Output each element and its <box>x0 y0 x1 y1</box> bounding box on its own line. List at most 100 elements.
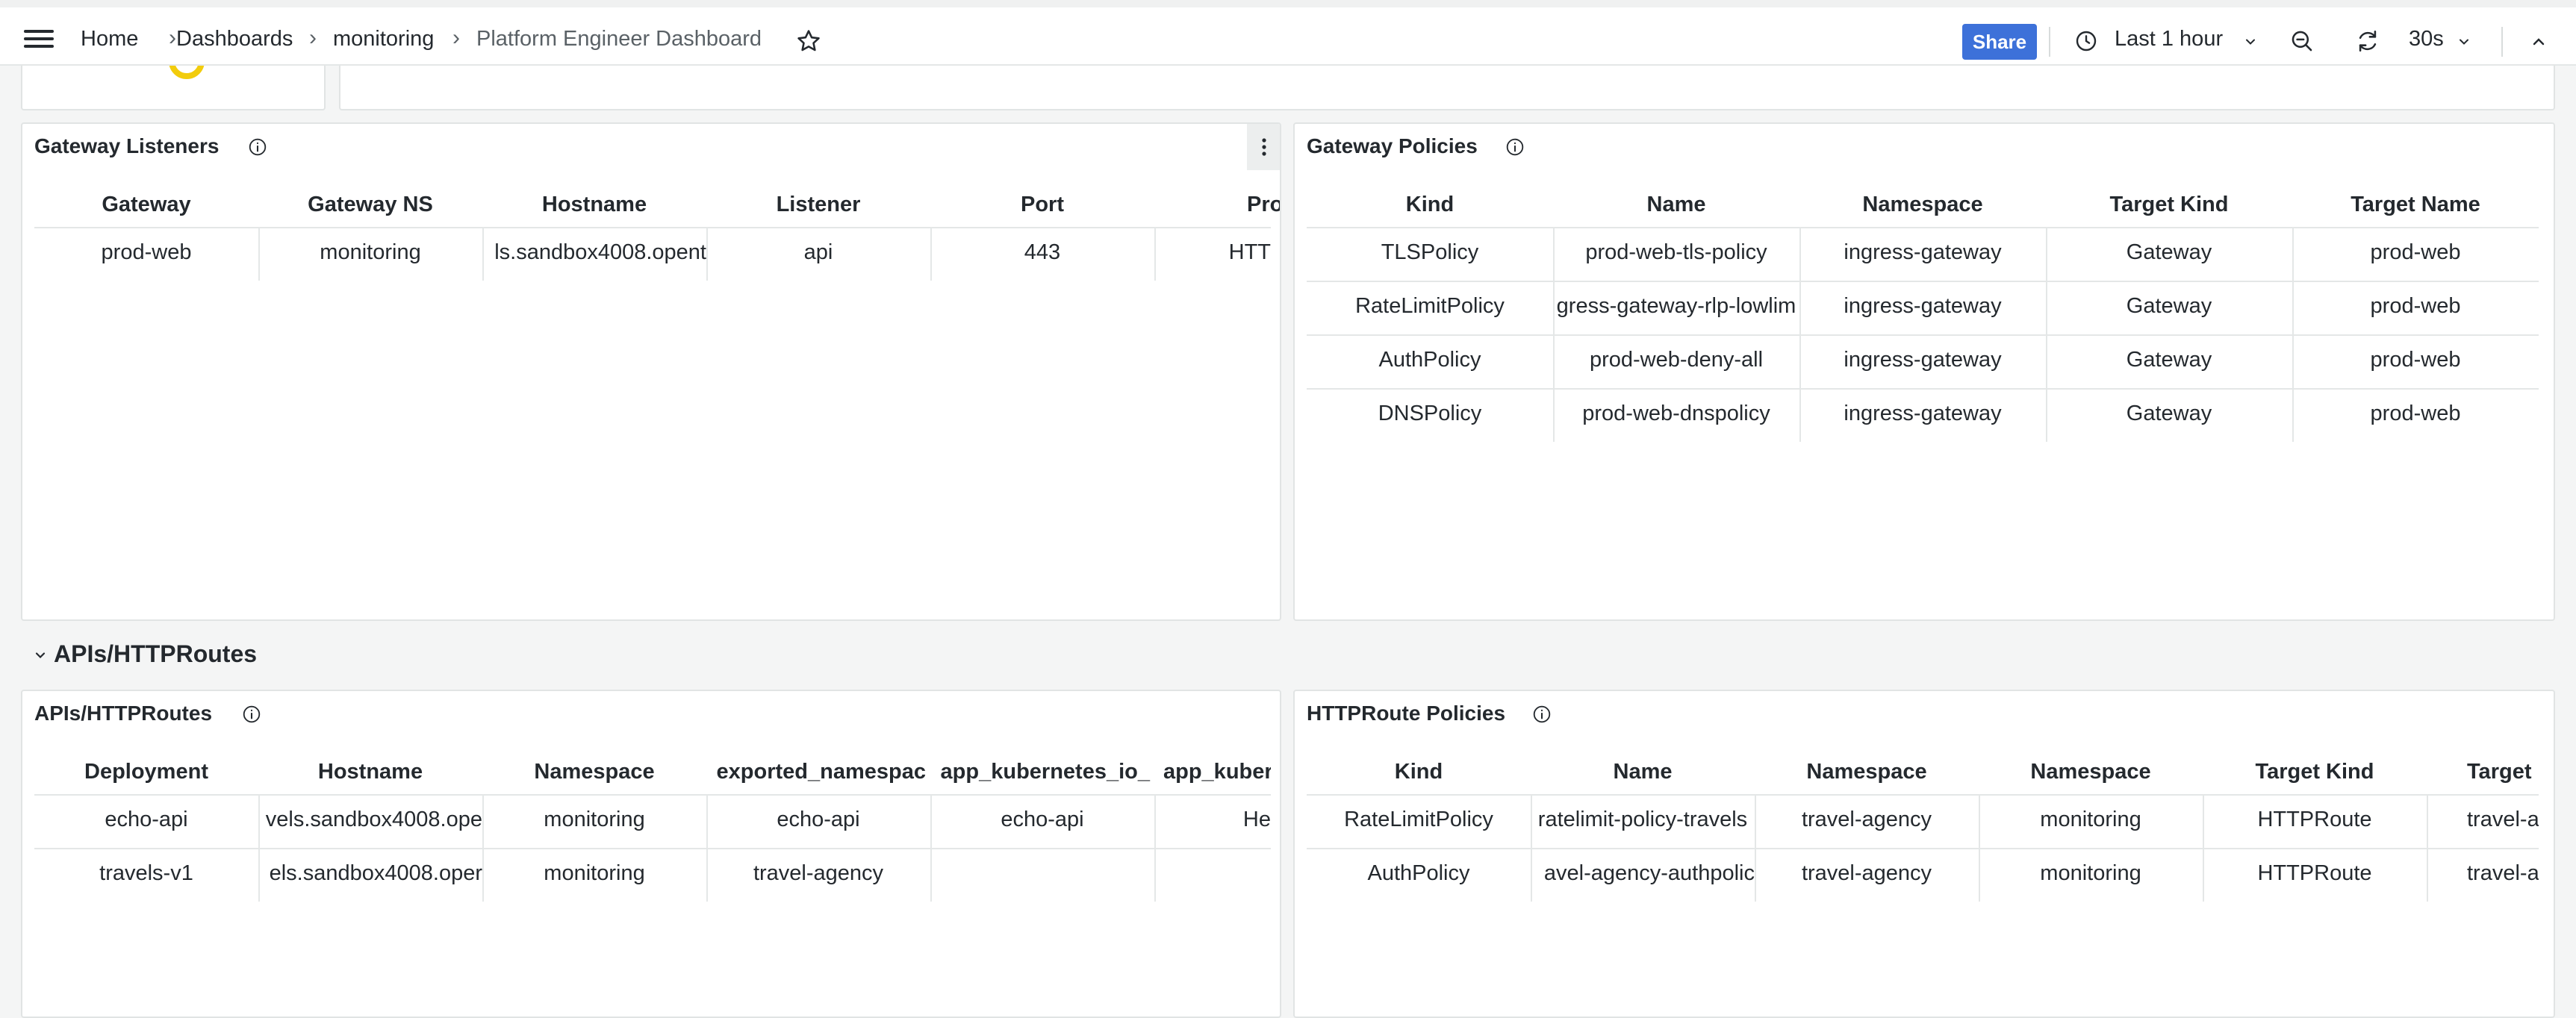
info-icon[interactable] <box>248 137 267 157</box>
column-header[interactable]: exported_namespac <box>706 760 930 784</box>
row-divider <box>1307 281 2539 282</box>
column-header[interactable]: Namespace <box>1755 760 1979 784</box>
column-header[interactable]: Deployment <box>34 760 258 784</box>
info-icon[interactable] <box>1505 137 1525 157</box>
table-cell: avel-agency-authpolic <box>1543 861 1755 885</box>
cell-divider <box>930 796 932 902</box>
table-cell: prod-web <box>101 240 192 264</box>
breadcrumb-home[interactable]: Home <box>81 27 138 51</box>
table-cell: prod-web <box>2370 402 2461 425</box>
chevron-down-icon[interactable] <box>33 648 48 663</box>
table-cell: travel-agency <box>1801 861 1932 885</box>
table-cell: travels-v1 <box>99 861 193 885</box>
zoom-out-icon[interactable] <box>2289 28 2315 54</box>
table-cell: HTTPRoute <box>2257 808 2372 831</box>
table-cell: HTTPRoute <box>2257 861 2372 885</box>
table-cell: 443 <box>1024 240 1061 264</box>
table-cell: AuthPolicy <box>1378 348 1481 372</box>
section-title[interactable]: APIs/HTTPRoutes <box>54 640 257 668</box>
column-header[interactable]: Namespace <box>1979 760 2203 784</box>
cell-divider <box>482 228 484 281</box>
table-cell: gress-gateway-rlp-lowlim <box>1556 294 1796 318</box>
column-header[interactable]: Target <box>2427 760 2539 784</box>
refresh-icon[interactable] <box>2355 28 2380 54</box>
star-icon[interactable] <box>796 28 821 54</box>
apis-httproutes-panel: APIs/HTTPRoutes Deployment Hostname Name… <box>21 690 1281 1018</box>
column-header[interactable]: Target Kind <box>2203 760 2427 784</box>
refresh-interval-picker[interactable]: 30s <box>2409 27 2444 51</box>
cell-divider <box>1154 796 1156 902</box>
table-cell: prod-web <box>2370 348 2461 372</box>
column-header[interactable]: Hostname <box>258 760 482 784</box>
table-cell: ingress-gateway <box>1844 294 2002 318</box>
cell-divider <box>1755 796 1756 902</box>
share-button[interactable]: Share <box>1962 24 2037 60</box>
cell-divider <box>258 796 260 902</box>
column-header[interactable]: Listener <box>706 193 930 217</box>
panel-title: Gateway Listeners <box>34 134 220 157</box>
table-cell: HTT <box>1228 240 1271 264</box>
table-cell: monitoring <box>2040 808 2141 831</box>
column-header[interactable]: Target Kind <box>2046 193 2292 217</box>
cell-divider <box>2046 228 2047 442</box>
cell-divider <box>1154 228 1156 281</box>
column-header[interactable]: Namespace <box>1799 193 2046 217</box>
breadcrumb-folder[interactable]: monitoring <box>333 27 434 51</box>
table-cell: echo-api <box>1001 808 1084 831</box>
row-divider <box>34 848 1271 849</box>
column-header[interactable]: Hostname <box>482 193 706 217</box>
table-cell: Gateway <box>2126 348 2212 372</box>
info-icon[interactable] <box>1532 705 1552 724</box>
gateway-listeners-panel: Gateway Listeners Gateway Gateway NS Hos… <box>21 122 1281 621</box>
table-cell: RateLimitPolicy <box>1344 808 1493 831</box>
header-divider <box>1307 794 2539 796</box>
column-header[interactable]: app_kubernetes_io_ <box>930 760 1154 784</box>
chevron-down-icon[interactable] <box>2457 34 2471 49</box>
table-cell: ls.sandbox4008.opent <box>494 240 706 264</box>
cell-divider <box>2292 228 2294 442</box>
table-cell: monitoring <box>320 240 421 264</box>
table-cell: echo-api <box>105 808 188 831</box>
panel-title: Gateway Policies <box>1307 134 1478 157</box>
column-header[interactable]: Kind <box>1307 193 1553 217</box>
menu-icon[interactable] <box>24 30 54 48</box>
cell-divider <box>1531 796 1532 902</box>
table-cell: He <box>1242 808 1271 831</box>
table-cell: Gateway <box>2126 240 2212 264</box>
cell-divider <box>258 228 260 281</box>
panel-title: HTTPRoute Policies <box>1307 702 1506 725</box>
chevron-up-icon[interactable] <box>2530 33 2548 51</box>
table-cell: ingress-gateway <box>1844 402 2002 425</box>
column-header[interactable]: Name <box>1531 760 1755 784</box>
cell-divider <box>930 228 932 281</box>
table-cell: Gateway <box>2126 294 2212 318</box>
cell-divider <box>706 796 708 902</box>
table-cell: Gateway <box>2126 402 2212 425</box>
cell-divider <box>1979 796 1980 902</box>
column-header[interactable]: app_kuber <box>1154 760 1271 784</box>
column-header[interactable]: Proto <box>1154 193 1280 217</box>
panel-partial <box>339 66 2555 110</box>
column-header[interactable]: Namespace <box>482 760 706 784</box>
info-icon[interactable] <box>242 705 261 724</box>
column-header[interactable]: Gateway <box>34 193 258 217</box>
chevron-down-icon[interactable] <box>2243 34 2258 49</box>
column-header[interactable]: Target Name <box>2292 193 2539 217</box>
table-cell: RateLimitPolicy <box>1355 294 1505 318</box>
column-header[interactable]: Name <box>1553 193 1799 217</box>
column-header[interactable]: Gateway NS <box>258 193 482 217</box>
time-range-picker[interactable]: Last 1 hour <box>2115 27 2223 51</box>
panel-menu-button[interactable] <box>1247 124 1280 170</box>
clock-icon <box>2076 31 2097 51</box>
table-cell: travel-agency <box>1801 808 1932 831</box>
column-header[interactable]: Port <box>930 193 1154 217</box>
column-header[interactable]: Kind <box>1307 760 1531 784</box>
table-cell: travel-a <box>2467 808 2539 831</box>
row-divider <box>1307 848 2539 849</box>
cell-divider <box>2203 796 2204 902</box>
table-cell: DNSPolicy <box>1378 402 1482 425</box>
breadcrumb-dashboards[interactable]: Dashboards <box>176 27 293 51</box>
breadcrumb-separator: › <box>169 25 176 50</box>
table-cell: prod-web-deny-all <box>1589 348 1764 372</box>
cell-divider <box>1799 228 1801 442</box>
